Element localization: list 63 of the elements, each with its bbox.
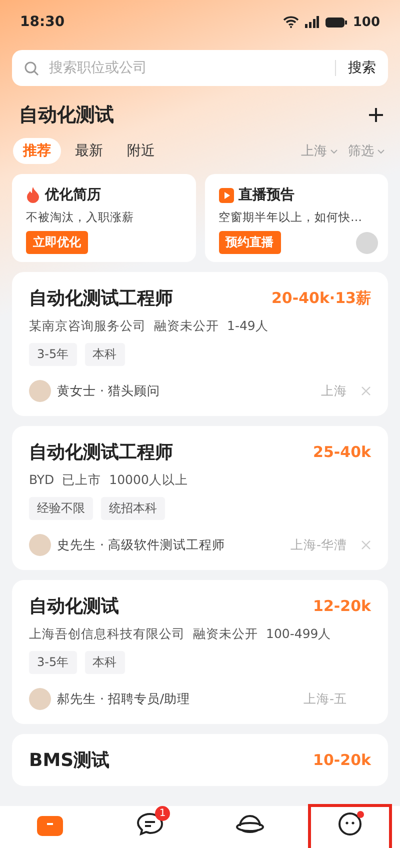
wifi-icon <box>282 16 299 28</box>
avatar <box>29 688 51 710</box>
job-tag: 本科 <box>84 343 125 366</box>
recruiter-name: 史先生 · 高级软件测试工程师 <box>57 536 226 554</box>
company-info: 已上市 <box>62 472 102 489</box>
signal-icon <box>304 16 319 28</box>
salary: 25-40k <box>313 443 371 461</box>
search-field[interactable]: 搜索职位或公司 搜索 <box>12 50 388 86</box>
job-card[interactable]: 自动化测试工程师 25-40k BYD 已上市 10000人以上 经验不限 统招本科 史先生 · 高级软件测试工程师 上海-华漕 <box>12 426 388 570</box>
job-card[interactable]: BMS测试 10-20k <box>12 734 388 786</box>
job-tag: 统招本科 <box>101 497 165 520</box>
page-title: 自动化测试 <box>19 103 114 128</box>
company-info: 1-49人 <box>227 318 268 335</box>
salary: 10-20k <box>313 751 371 769</box>
planet-icon <box>235 812 265 836</box>
promo-card[interactable]: 直播预告 空窗期半年以上，如何快… 预约直播 <box>204 174 388 262</box>
job-title: 自动化测试 <box>29 595 119 618</box>
company-info: 100-499人 <box>266 626 332 643</box>
filter-tab[interactable]: 附近 <box>117 138 165 164</box>
job-title: 自动化测试工程师 <box>29 441 173 464</box>
salary: 12-20k <box>313 597 371 615</box>
avatar <box>29 380 51 402</box>
promo-title: 直播预告 <box>238 186 294 204</box>
company-info: 上海吾创信息科技有限公司 <box>29 626 185 643</box>
job-tag: 3-5年 <box>29 651 77 674</box>
job-location: 上海 <box>321 382 347 400</box>
play-icon <box>218 188 234 202</box>
battery-icon <box>324 16 347 28</box>
battery-level: 100 <box>352 14 380 30</box>
smiley-face-icon <box>338 812 362 836</box>
promo-card[interactable]: 优化简历 不被淘汰，入职涨薪 立即优化 <box>12 174 196 262</box>
search-icon <box>24 60 39 76</box>
filter-tab[interactable]: 最新 <box>65 138 113 164</box>
company-info: 融资未公开 <box>154 318 219 335</box>
job-title: BMS测试 <box>29 749 110 772</box>
unread-badge: 1 <box>155 806 170 821</box>
job-location: 上海-五 <box>303 690 347 708</box>
flame-icon <box>26 187 40 203</box>
add-icon[interactable] <box>368 107 384 123</box>
job-tag: 本科 <box>84 651 125 674</box>
tab-bar-item[interactable] <box>235 812 265 836</box>
company-info: 某南京咨询服务公司 <box>29 318 146 335</box>
status-time: 18:30 <box>20 14 65 30</box>
job-card[interactable]: 自动化测试工程师 20-40k·13薪 某南京咨询服务公司 融资未公开 1-49人 3-5年 本科 黄女士 · 猎头顾问 上海 <box>12 272 388 416</box>
job-location: 上海-华漕 <box>290 536 347 554</box>
salary: 20-40k·13薪 <box>271 288 371 308</box>
job-card[interactable]: 自动化测试 12-20k 上海吾创信息科技有限公司 融资未公开 100-499人 3-5年 本科 郝先生 · 招聘专员/助理 上海-五 <box>12 580 388 724</box>
tab-bar-item[interactable] <box>338 812 362 836</box>
company-info: 10000人以上 <box>109 472 188 489</box>
recruiter-name: 黄女士 · 猎头顾问 <box>57 382 161 400</box>
search-button[interactable]: 搜索 <box>344 59 376 77</box>
job-tag: 3-5年 <box>29 343 77 366</box>
job-tag: 经验不限 <box>29 497 93 520</box>
chevron-down-icon <box>330 148 338 154</box>
avatar <box>29 534 51 556</box>
promo-subtitle: 不被淘汰，入职涨薪 <box>26 210 135 225</box>
chevron-down-icon <box>377 148 385 154</box>
job-title: 自动化测试工程师 <box>29 287 173 310</box>
recruiter-name: 郝先生 · 招聘专员/助理 <box>57 690 192 708</box>
promo-title: 优化简历 <box>45 186 101 204</box>
company-info: 融资未公开 <box>193 626 258 643</box>
promo-subtitle: 空窗期半年以上，如何快… <box>218 210 363 225</box>
company-info: BYD <box>29 472 54 489</box>
